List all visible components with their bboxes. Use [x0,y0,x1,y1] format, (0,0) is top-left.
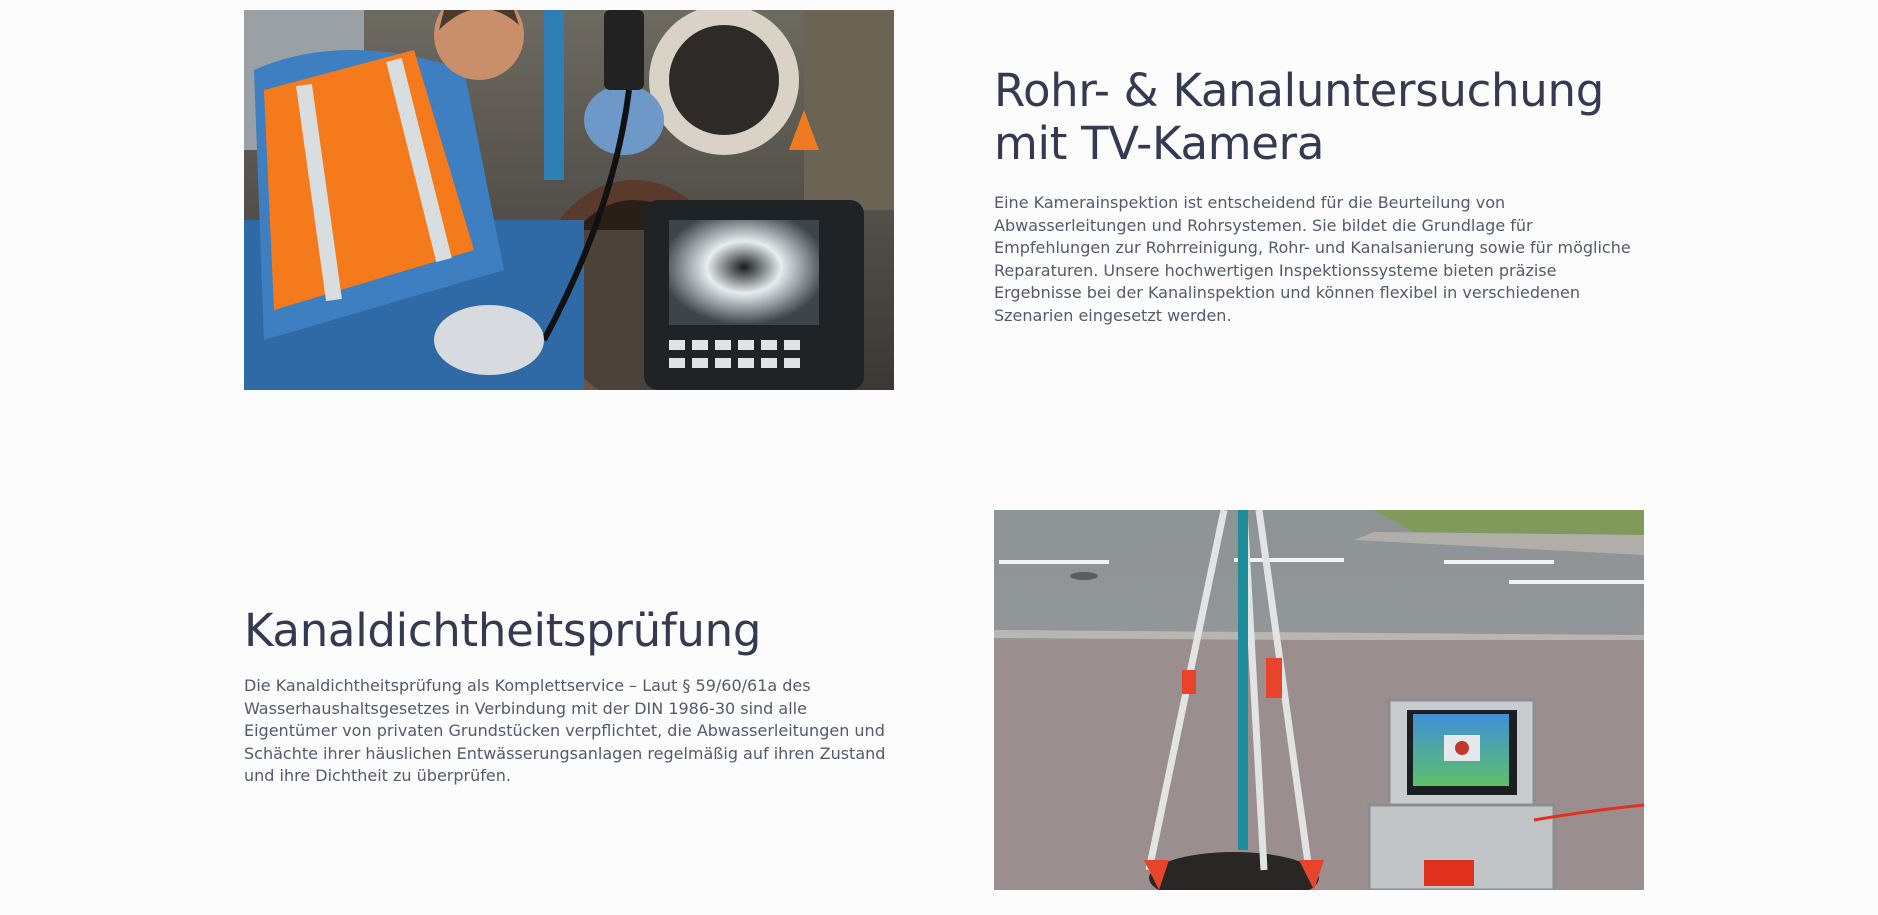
section-title: Kanaldichtheitsprüfung [244,604,762,657]
pipe-camera-inspection-photo [244,10,894,390]
leak-test-image [994,510,1644,890]
pipe-inspection-image [244,10,894,390]
pipe-inspection-section: Rohr- & Kanaluntersuchung mit TV-Kamera … [994,64,1654,327]
sewer-leak-test-photo [994,510,1644,890]
leak-test-section: Kanaldichtheitsprüfung Die Kanaldichthei… [244,604,904,788]
section-description: Eine Kamerainspektion ist entscheidend f… [994,193,1631,325]
section-description: Die Kanaldichtheitsprüfung als Kompletts… [244,676,886,785]
section-title: Rohr- & Kanaluntersuchung mit TV-Kamera [994,64,1604,170]
